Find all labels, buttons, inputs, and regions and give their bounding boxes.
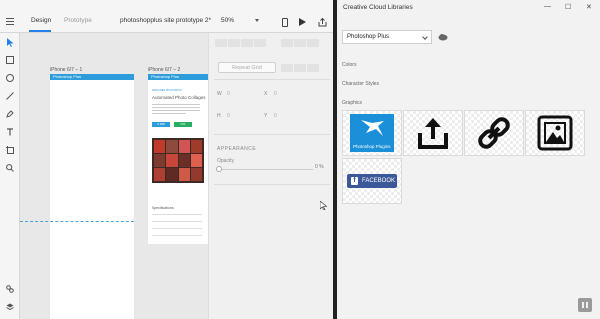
align-left-icon[interactable] <box>215 39 227 47</box>
pause-icon[interactable] <box>578 298 592 312</box>
graphic-link[interactable] <box>464 110 524 156</box>
width-label: W <box>217 91 222 97</box>
graphic-facebook-button[interactable]: f FACEBOOK <box>342 158 402 204</box>
artboard-1-header: Photoshop Plus <box>50 74 134 80</box>
play-icon[interactable] <box>298 18 307 28</box>
width-field[interactable]: 0 <box>227 91 230 97</box>
xd-window: Design Prototype photoshopplus site prot… <box>0 0 333 319</box>
opacity-value[interactable]: 0 % <box>315 164 324 170</box>
pen-tool-icon[interactable] <box>5 110 15 120</box>
graphics-section-label[interactable]: Graphics <box>342 100 362 106</box>
assets-icon[interactable] <box>5 285 15 295</box>
zoom-level[interactable]: 50% <box>221 17 234 24</box>
artboard-2-specs-table <box>152 214 202 236</box>
boolean-add-icon[interactable] <box>281 64 293 72</box>
cursor-icon <box>319 200 328 211</box>
window-title: Creative Cloud Libraries <box>343 4 413 11</box>
align-tools-row-2 <box>281 39 329 49</box>
active-tab-indicator <box>29 30 51 32</box>
align-right-icon[interactable] <box>241 39 253 47</box>
graphic-photoshop-plus-logo[interactable]: Photoshop Plugins <box>342 110 402 156</box>
photoshop-plus-logo: Photoshop Plugins <box>350 114 394 152</box>
tools-panel <box>0 33 20 319</box>
xd-top-bar: Design Prototype photoshopplus site prot… <box>0 13 333 33</box>
align-center-icon[interactable] <box>228 39 240 47</box>
boolean-tools-row <box>281 64 329 74</box>
align-middle-icon[interactable] <box>294 39 306 47</box>
divider <box>214 79 330 80</box>
menu-icon[interactable] <box>6 18 14 26</box>
maximize-icon[interactable]: ☐ <box>565 3 571 11</box>
opacity-slider-knob[interactable] <box>216 166 222 172</box>
appearance-heading: APPEARANCE <box>217 146 257 152</box>
image-icon <box>537 115 573 151</box>
graphic-image[interactable] <box>525 110 585 156</box>
rectangle-tool-icon[interactable] <box>5 56 15 66</box>
artboard-1-label[interactable]: iPhone 6/7 – 1 <box>50 67 82 73</box>
layers-icon[interactable] <box>5 303 15 313</box>
mobile-preview-icon[interactable] <box>280 18 289 28</box>
document-title: photoshopplus site prototype 2* <box>120 17 212 24</box>
tab-prototype[interactable]: Prototype <box>64 17 92 24</box>
colors-section-label[interactable]: Colors <box>342 62 356 68</box>
opacity-label: Opacity <box>217 158 234 164</box>
artboard-2-buy-button: 0.99$ <box>152 122 170 127</box>
facebook-icon: f <box>351 177 358 185</box>
artboard-tool-icon[interactable] <box>5 146 15 156</box>
boolean-subtract-icon[interactable] <box>294 64 306 72</box>
graphic-share[interactable] <box>403 110 463 156</box>
artboard-2-specs-title: Specifications <box>152 206 174 210</box>
cloud-sync-icon[interactable] <box>438 33 448 41</box>
line-tool-icon[interactable] <box>5 92 15 102</box>
boolean-intersect-icon[interactable] <box>307 64 319 72</box>
repeat-grid-button[interactable]: Repeat Grid <box>218 62 276 73</box>
distribute-icon[interactable] <box>254 39 266 47</box>
guide-line <box>20 221 134 222</box>
divider <box>214 184 330 185</box>
design-canvas[interactable]: iPhone 6/7 – 1 Photoshop Plus iPhone 6/7… <box>20 33 208 319</box>
height-field[interactable]: 0 <box>227 113 230 119</box>
align-bottom-icon[interactable] <box>307 39 319 47</box>
align-top-icon[interactable] <box>281 39 293 47</box>
share-icon[interactable] <box>318 17 327 28</box>
property-inspector: Repeat Grid W 0 X 0 H 0 Y 0 APPEARANCE O… <box>208 33 333 319</box>
character-styles-section-label[interactable]: Character Styles <box>342 81 379 87</box>
artboard-2-heading: Automated Photo Collages <box>152 95 206 100</box>
zoom-tool-icon[interactable] <box>5 164 15 174</box>
chevron-down-icon[interactable] <box>255 19 259 22</box>
y-field[interactable]: 0 <box>274 113 277 119</box>
xd-system-bar <box>0 0 333 13</box>
select-tool-icon[interactable] <box>5 38 15 48</box>
y-label: Y <box>264 113 268 119</box>
minimize-icon[interactable]: — <box>544 3 551 10</box>
artboard-2-photo-collage <box>152 138 204 183</box>
facebook-button: f FACEBOOK <box>347 174 397 188</box>
library-select[interactable]: Photoshop Plus <box>342 30 432 44</box>
close-icon[interactable]: ✕ <box>586 3 592 11</box>
artboard-2-label[interactable]: iPhone 6/7 – 2 <box>148 67 180 73</box>
facebook-button-label: FACEBOOK <box>362 178 396 184</box>
opacity-slider-track[interactable] <box>217 169 313 170</box>
ellipse-tool-icon[interactable] <box>5 74 15 84</box>
tab-design[interactable]: Design <box>31 17 51 24</box>
divider <box>214 134 330 135</box>
logo-text: Photoshop Plugins <box>353 144 391 149</box>
text-tool-icon[interactable] <box>5 128 15 138</box>
x-field[interactable]: 0 <box>274 91 277 97</box>
artboard-2[interactable]: Photoshop Plus NEW FREE PHOTOSHOP Automa… <box>148 74 208 244</box>
share-icon <box>418 118 448 149</box>
link-icon <box>478 117 510 149</box>
artboard-2-tag: NEW FREE PHOTOSHOP <box>152 89 182 92</box>
x-label: X <box>264 91 268 97</box>
artboard-2-header: Photoshop Plus <box>148 74 208 80</box>
cc-libraries-window: Creative Cloud Libraries — ☐ ✕ Photoshop… <box>337 0 600 319</box>
artboard-2-fw-button: FW <box>174 122 192 127</box>
height-label: H <box>217 113 221 119</box>
artboard-1[interactable]: Photoshop Plus <box>50 74 134 319</box>
artboard-2-body-text <box>152 104 200 118</box>
